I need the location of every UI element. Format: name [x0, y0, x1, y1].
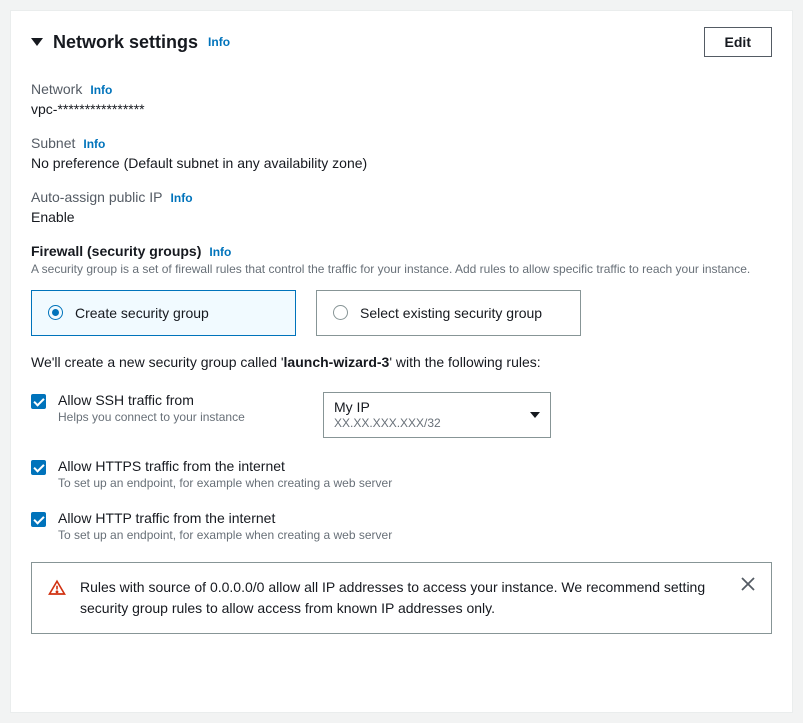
- info-link-network[interactable]: Info: [90, 83, 112, 97]
- security-warning-alert: Rules with source of 0.0.0.0/0 allow all…: [31, 562, 772, 634]
- warning-triangle-icon: [48, 579, 66, 597]
- http-help: To set up an endpoint, for example when …: [58, 528, 772, 542]
- ssh-help: Helps you connect to your instance: [58, 410, 311, 424]
- https-rule-row: Allow HTTPS traffic from the internet To…: [31, 458, 772, 490]
- public-ip-field: Auto-assign public IP Info Enable: [31, 189, 772, 225]
- radio-icon: [333, 305, 348, 320]
- chevron-down-icon: [530, 412, 540, 418]
- radio-icon: [48, 305, 63, 320]
- caret-down-icon: [31, 38, 43, 46]
- https-label: Allow HTTPS traffic from the internet: [58, 458, 772, 474]
- close-icon[interactable]: [741, 577, 755, 591]
- ssh-source-select[interactable]: My IP XX.XX.XXX.XXX/32: [323, 392, 551, 439]
- public-ip-label: Auto-assign public IP: [31, 189, 163, 205]
- network-field: Network Info vpc-****************: [31, 81, 772, 117]
- edit-button[interactable]: Edit: [704, 27, 772, 57]
- create-sg-radio[interactable]: Create security group: [31, 290, 296, 336]
- sg-name: launch-wizard-3: [284, 354, 390, 370]
- info-link-public-ip[interactable]: Info: [171, 191, 193, 205]
- create-sg-label: Create security group: [75, 305, 209, 321]
- https-checkbox[interactable]: [31, 460, 46, 475]
- sg-note: We'll create a new security group called…: [31, 354, 772, 370]
- ssh-select-sub: XX.XX.XXX.XXX/32: [334, 416, 441, 431]
- firewall-title: Firewall (security groups): [31, 243, 201, 259]
- subnet-label: Subnet: [31, 135, 75, 151]
- ssh-checkbox[interactable]: [31, 394, 46, 409]
- http-label: Allow HTTP traffic from the internet: [58, 510, 772, 526]
- panel-header: Network settings Info Edit: [31, 27, 772, 57]
- info-link-firewall[interactable]: Info: [209, 245, 231, 259]
- public-ip-value: Enable: [31, 209, 772, 225]
- ssh-label: Allow SSH traffic from: [58, 392, 311, 408]
- info-link-header[interactable]: Info: [208, 35, 230, 49]
- http-checkbox[interactable]: [31, 512, 46, 527]
- ssh-select-main: My IP: [334, 399, 441, 417]
- select-sg-label: Select existing security group: [360, 305, 542, 321]
- sg-radio-group: Create security group Select existing se…: [31, 290, 772, 336]
- alert-text: Rules with source of 0.0.0.0/0 allow all…: [80, 577, 727, 619]
- panel-title: Network settings: [53, 32, 198, 53]
- ssh-rule-row: Allow SSH traffic from Helps you connect…: [31, 392, 772, 439]
- subnet-field: Subnet Info No preference (Default subne…: [31, 135, 772, 171]
- subnet-value: No preference (Default subnet in any ava…: [31, 155, 772, 171]
- network-label: Network: [31, 81, 82, 97]
- firewall-section: Firewall (security groups) Info A securi…: [31, 243, 772, 634]
- panel-title-wrap[interactable]: Network settings Info: [31, 32, 230, 53]
- info-link-subnet[interactable]: Info: [83, 137, 105, 151]
- network-settings-panel: Network settings Info Edit Network Info …: [10, 10, 793, 713]
- network-value: vpc-****************: [31, 101, 772, 117]
- select-sg-radio[interactable]: Select existing security group: [316, 290, 581, 336]
- https-help: To set up an endpoint, for example when …: [58, 476, 772, 490]
- firewall-desc: A security group is a set of firewall ru…: [31, 261, 772, 278]
- http-rule-row: Allow HTTP traffic from the internet To …: [31, 510, 772, 542]
